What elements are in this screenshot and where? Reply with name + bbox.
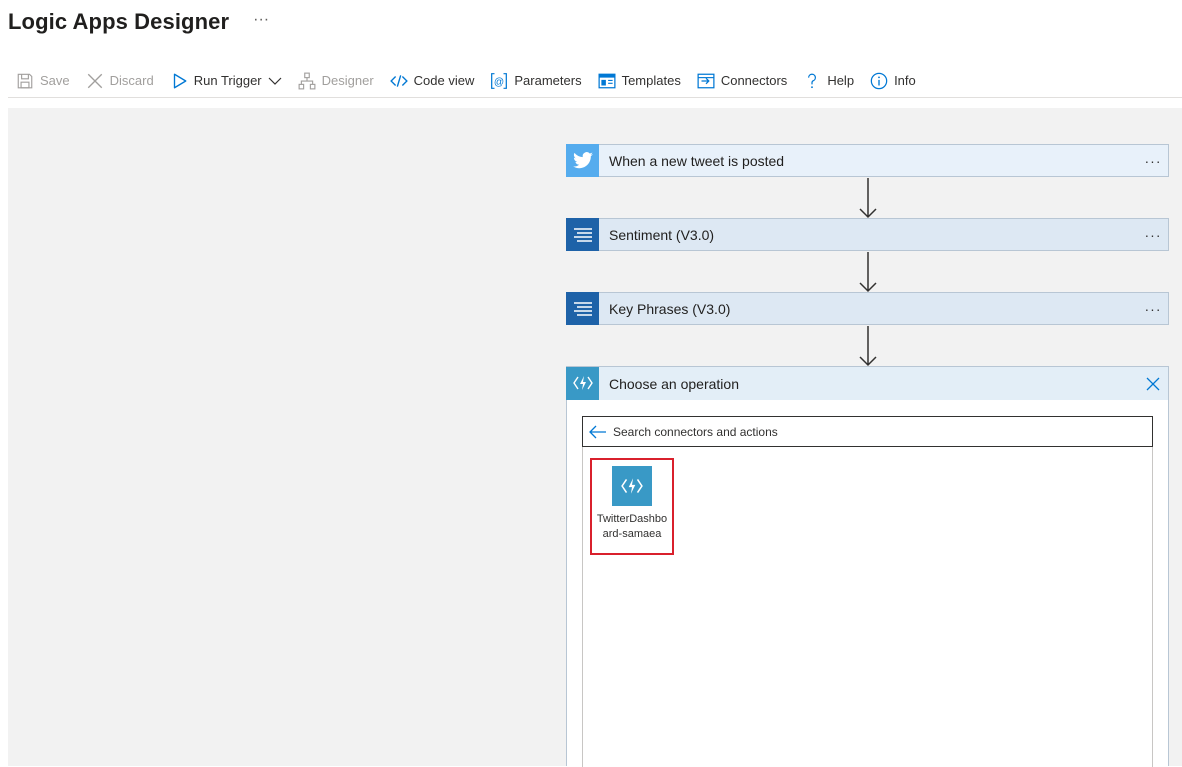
choose-operation-panel: Choose an operation TwitterDashboard-sam… xyxy=(566,366,1169,767)
parameters-label: Parameters xyxy=(514,73,582,88)
operation-title: Choose an operation xyxy=(609,375,739,392)
text-analytics-icon xyxy=(566,218,599,251)
page-title: Logic Apps Designer xyxy=(8,9,230,34)
save-icon xyxy=(16,72,34,90)
help-label: Help xyxy=(827,73,855,88)
save-label: Save xyxy=(40,73,70,88)
step-more-button[interactable]: ··· xyxy=(1138,301,1168,317)
back-arrow-icon[interactable] xyxy=(583,417,613,447)
connectors-button[interactable]: Connectors xyxy=(689,65,795,97)
designer-button[interactable]: Designer xyxy=(290,65,382,97)
step-more-button[interactable]: ··· xyxy=(1138,153,1168,169)
templates-button[interactable]: Templates xyxy=(590,65,689,97)
info-label: Info xyxy=(894,73,916,88)
function-app-icon xyxy=(566,366,599,400)
discard-icon xyxy=(86,72,104,90)
discard-button[interactable]: Discard xyxy=(78,65,162,97)
search-box xyxy=(582,416,1153,447)
run-trigger-label: Run Trigger xyxy=(193,73,262,88)
results-list: TwitterDashboard-samaea xyxy=(582,447,1153,767)
designer-label: Designer xyxy=(321,73,374,88)
play-icon xyxy=(170,72,188,90)
step-label: Key Phrases (V3.0) xyxy=(609,300,731,317)
hierarchy-icon xyxy=(298,72,316,90)
info-icon xyxy=(870,72,888,90)
toolbar: Save Discard Run Trigger Designer Code v… xyxy=(8,64,1182,98)
step-card-trigger[interactable]: When a new tweet is posted ··· xyxy=(566,144,1169,177)
code-icon xyxy=(389,72,408,90)
function-app-icon xyxy=(612,466,652,506)
connectors-icon xyxy=(697,72,715,90)
svg-text:@: @ xyxy=(494,76,504,87)
search-input[interactable] xyxy=(613,424,1152,439)
operation-header: Choose an operation xyxy=(566,366,1168,400)
connector-arrow xyxy=(859,252,877,293)
connector-arrow xyxy=(859,326,877,367)
code-view-label: Code view xyxy=(413,73,475,88)
step-label: Sentiment (V3.0) xyxy=(609,226,715,243)
connector-arrow xyxy=(859,178,877,219)
templates-icon xyxy=(598,72,616,90)
help-button[interactable]: Help xyxy=(795,65,862,97)
twitter-icon xyxy=(566,144,599,177)
title-bar: Logic Apps Designer ··· xyxy=(8,4,269,40)
help-icon xyxy=(803,72,821,90)
parameters-icon: @ xyxy=(490,72,508,90)
step-more-button[interactable]: ··· xyxy=(1138,227,1168,243)
discard-label: Discard xyxy=(109,73,154,88)
connectors-label: Connectors xyxy=(720,73,788,88)
result-tile-function-app[interactable]: TwitterDashboard-samaea xyxy=(590,458,674,555)
save-button[interactable]: Save xyxy=(8,65,78,97)
text-analytics-icon xyxy=(566,292,599,325)
title-more-button[interactable]: ··· xyxy=(253,12,269,28)
step-card-sentiment[interactable]: Sentiment (V3.0) ··· xyxy=(566,218,1169,251)
chevron-down-icon[interactable] xyxy=(268,76,282,86)
designer-canvas: When a new tweet is posted ··· Sentiment… xyxy=(8,108,1182,767)
result-tile-label: TwitterDashboard-samaea xyxy=(596,513,668,540)
step-label: When a new tweet is posted xyxy=(609,152,785,169)
parameters-button[interactable]: @ Parameters xyxy=(482,65,589,97)
run-trigger-button[interactable]: Run Trigger xyxy=(162,65,290,97)
close-icon[interactable] xyxy=(1138,369,1168,399)
step-card-key-phrases[interactable]: Key Phrases (V3.0) ··· xyxy=(566,292,1169,325)
templates-label: Templates xyxy=(621,73,681,88)
code-view-button[interactable]: Code view xyxy=(382,65,483,97)
info-button[interactable]: Info xyxy=(862,65,924,97)
